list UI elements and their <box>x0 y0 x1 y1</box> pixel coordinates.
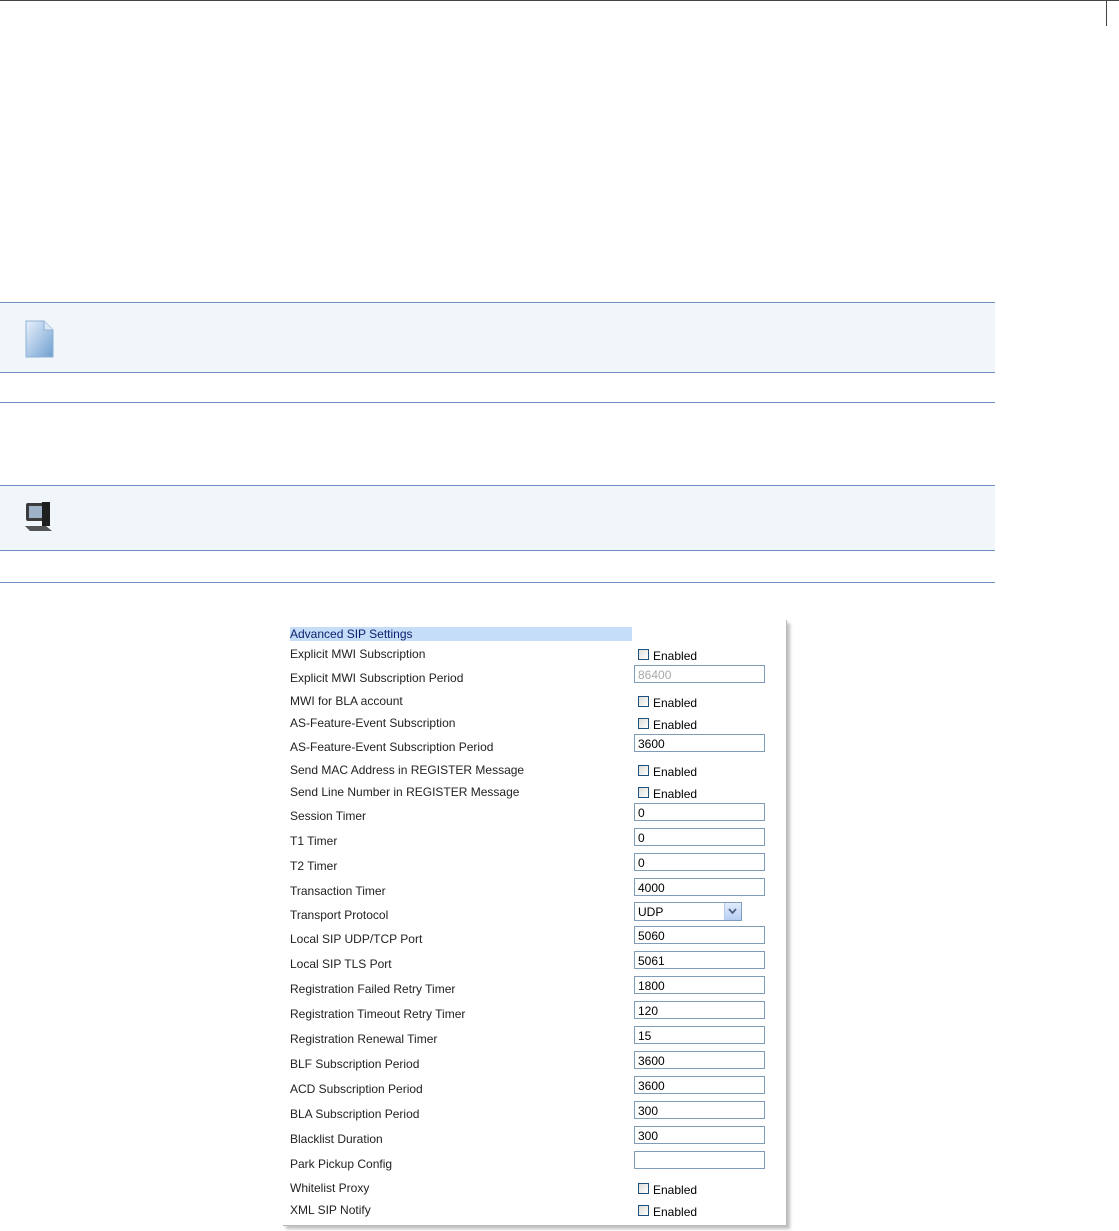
checkbox-label: Enabled <box>653 787 698 801</box>
row-mwi-for-bla-account: MWI for BLA account Enabled <box>290 694 780 716</box>
t1-timer-input[interactable]: 0 <box>634 828 765 846</box>
blf-subscription-period-input[interactable]: 3600 <box>634 1051 765 1069</box>
field-label: Local SIP TLS Port <box>290 957 392 971</box>
as-feature-event-subscription-period-input[interactable]: 3600 <box>634 734 765 752</box>
note-divider <box>0 402 995 403</box>
field-label: T1 Timer <box>290 834 338 848</box>
explicit-mwi-subscription-period-input: 86400 <box>634 665 765 683</box>
field-label: Park Pickup Config <box>290 1157 393 1171</box>
field-label: AS-Feature-Event Subscription <box>290 716 456 730</box>
field-label: AS-Feature-Event Subscription Period <box>290 740 494 754</box>
field-label: XML SIP Notify <box>290 1203 371 1217</box>
tip-divider <box>0 582 995 583</box>
field-label: Blacklist Duration <box>290 1132 383 1146</box>
checkbox-box[interactable] <box>638 1205 649 1216</box>
tip-callout <box>0 485 995 551</box>
checkbox-box[interactable] <box>638 1183 649 1194</box>
select-value: UDP <box>638 905 664 919</box>
checkbox-label: Enabled <box>653 1205 698 1219</box>
field-label: Registration Timeout Retry Timer <box>290 1007 466 1021</box>
field-label: Explicit MWI Subscription <box>290 647 426 661</box>
field-label: Whitelist Proxy <box>290 1181 370 1195</box>
checkbox-box[interactable] <box>638 787 649 798</box>
chevron-down-icon <box>728 908 737 914</box>
acd-subscription-period-input[interactable]: 3600 <box>634 1076 765 1094</box>
field-label: Send MAC Address in REGISTER Message <box>290 763 525 777</box>
row-explicit-mwi-subscription-period: Explicit MWI Subscription Period 86400 <box>290 665 780 693</box>
local-sip-tls-port-input[interactable]: 5061 <box>634 951 765 969</box>
field-label: Send Line Number in REGISTER Message <box>290 785 520 799</box>
t2-timer-input[interactable]: 0 <box>634 853 765 871</box>
row-park-pickup-config: Park Pickup Config <box>290 1151 780 1179</box>
blacklist-duration-input[interactable]: 300 <box>634 1126 765 1144</box>
checkbox-box[interactable] <box>638 696 649 707</box>
field-label: Session Timer <box>290 809 367 823</box>
note-callout <box>0 302 995 373</box>
field-label: ACD Subscription Period <box>290 1082 423 1096</box>
field-label: Transport Protocol <box>290 908 389 922</box>
checkbox-label: Enabled <box>653 718 698 732</box>
registration-renewal-timer-input[interactable]: 15 <box>634 1026 765 1044</box>
checkbox-label: Enabled <box>653 696 698 710</box>
field-label: MWI for BLA account <box>290 694 403 708</box>
header-rule-end <box>1106 0 1107 26</box>
field-label: Local SIP UDP/TCP Port <box>290 932 423 946</box>
row-as-feature-event-subscription-period: AS-Feature-Event Subscription Period 360… <box>290 734 780 762</box>
bla-subscription-period-input[interactable]: 300 <box>634 1101 765 1119</box>
session-timer-input[interactable]: 0 <box>634 803 765 821</box>
field-label: Explicit MWI Subscription Period <box>290 671 464 685</box>
checkbox-label: Enabled <box>653 649 698 663</box>
dropdown-button[interactable] <box>724 903 741 920</box>
header-rule <box>0 0 1119 1</box>
note-document-icon <box>24 319 56 364</box>
transport-protocol-select[interactable]: UDP <box>634 902 742 921</box>
checkbox-label: Enabled <box>653 1183 698 1197</box>
transaction-timer-input[interactable]: 4000 <box>634 878 765 896</box>
field-label: Registration Failed Retry Timer <box>290 982 456 996</box>
checkbox-box[interactable] <box>638 718 649 729</box>
park-pickup-config-input[interactable] <box>634 1151 765 1169</box>
registration-failed-retry-timer-input[interactable]: 1800 <box>634 976 765 994</box>
advanced-sip-settings-panel: Advanced SIP Settings Explicit MWI Subsc… <box>283 620 787 1226</box>
row-xml-sip-notify: XML SIP Notify Enabled <box>290 1203 780 1225</box>
row-send-mac-address: Send MAC Address in REGISTER Message Ena… <box>290 763 780 785</box>
registration-timeout-retry-timer-input[interactable]: 120 <box>634 1001 765 1019</box>
row-whitelist-proxy: Whitelist Proxy Enabled <box>290 1181 780 1203</box>
checkbox-box[interactable] <box>638 765 649 776</box>
field-label: T2 Timer <box>290 859 338 873</box>
checkbox-box[interactable] <box>638 649 649 660</box>
local-sip-udp-tcp-port-input[interactable]: 5060 <box>634 926 765 944</box>
field-label: BLF Subscription Period <box>290 1057 420 1071</box>
field-label: BLA Subscription Period <box>290 1107 420 1121</box>
checkbox-label: Enabled <box>653 765 698 779</box>
field-label: Registration Renewal Timer <box>290 1032 438 1046</box>
computer-icon <box>22 500 56 539</box>
field-label: Transaction Timer <box>290 884 386 898</box>
panel-title: Advanced SIP Settings <box>290 627 632 641</box>
